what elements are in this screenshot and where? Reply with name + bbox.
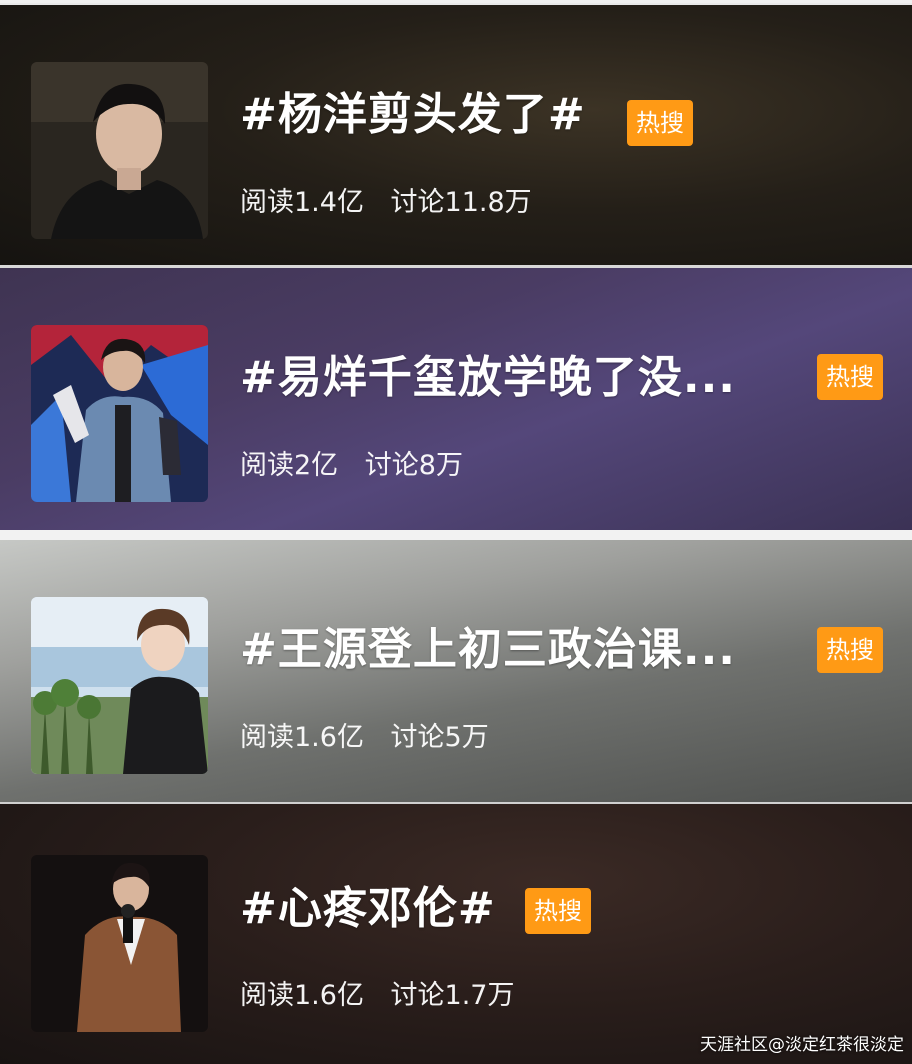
topic-thumbnail[interactable] (31, 325, 208, 502)
topic-stats: 阅读1.6亿 讨论5万 (240, 718, 489, 758)
topic-thumbnail[interactable] (31, 62, 208, 239)
read-count: 阅读1.6亿 (240, 980, 364, 1011)
topic-title[interactable]: #王源登上初三政治课... (240, 620, 736, 680)
divider (0, 530, 912, 540)
discuss-count: 讨论1.7万 (390, 980, 515, 1011)
topic-title[interactable]: #心疼邓伦# (240, 879, 496, 939)
hot-search-badge: 热搜 (817, 354, 883, 400)
person-photo (31, 325, 208, 502)
discuss-count: 讨论11.8万 (390, 187, 532, 218)
topic-stats: 阅读2亿 讨论8万 (240, 446, 463, 486)
person-photo (31, 855, 208, 1032)
top-divider (0, 0, 912, 3)
discuss-count: 讨论5万 (390, 722, 489, 753)
person-photo (31, 597, 208, 774)
read-count: 阅读2亿 (240, 450, 339, 481)
discuss-count: 讨论8万 (364, 450, 463, 481)
read-count: 阅读1.6亿 (240, 722, 364, 753)
watermark-text: 天涯社区@淡定红茶很淡定 (700, 1035, 904, 1055)
hot-topic-card[interactable]: #心疼邓伦# 热搜 阅读1.6亿 讨论1.7万 天涯社区@淡定红茶很淡定 (0, 804, 912, 1064)
read-count: 阅读1.4亿 (240, 187, 364, 218)
hot-topic-card[interactable]: #易烊千玺放学晚了没... 热搜 阅读2亿 讨论8万 (0, 268, 912, 530)
hot-topic-card[interactable]: #杨洋剪头发了# 热搜 阅读1.4亿 讨论11.8万 (0, 5, 912, 267)
person-photo (31, 62, 208, 239)
topic-stats: 阅读1.6亿 讨论1.7万 (240, 976, 515, 1016)
topic-stats: 阅读1.4亿 讨论11.8万 (240, 183, 532, 223)
hot-search-badge: 热搜 (525, 888, 591, 934)
topic-title[interactable]: #易烊千玺放学晚了没... (240, 348, 736, 408)
hot-topic-card[interactable]: #王源登上初三政治课... 热搜 阅读1.6亿 讨论5万 (0, 540, 912, 802)
topic-thumbnail[interactable] (31, 855, 208, 1032)
hot-search-badge: 热搜 (817, 627, 883, 673)
topic-title[interactable]: #杨洋剪头发了# (240, 85, 586, 145)
hot-search-badge: 热搜 (627, 100, 693, 146)
topic-thumbnail[interactable] (31, 597, 208, 774)
